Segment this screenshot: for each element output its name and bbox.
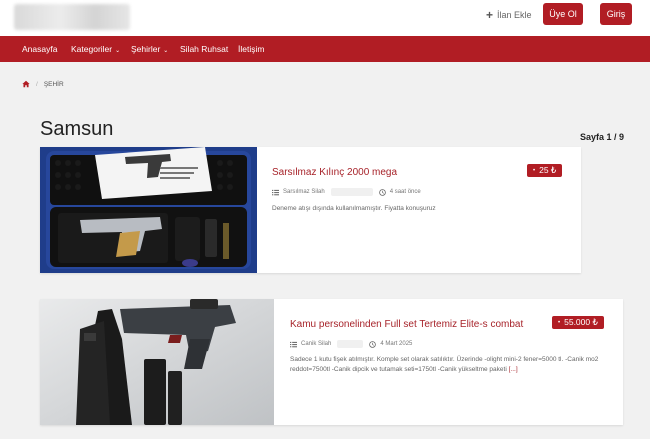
price-badge: • 25 ₺ bbox=[527, 164, 563, 177]
home-icon[interactable] bbox=[22, 80, 30, 88]
breadcrumb-current: ŞEHİR bbox=[43, 80, 64, 88]
register-button[interactable]: Üye Ol bbox=[543, 3, 583, 25]
listing-title[interactable]: Sarsılmaz Kılınç 2000 mega bbox=[272, 167, 397, 178]
chevron-down-icon: ⌄ bbox=[163, 48, 169, 54]
listing-title[interactable]: Kamu personelinden Full set Tertemiz Eli… bbox=[290, 319, 523, 330]
listing-image[interactable] bbox=[40, 299, 274, 425]
price-value: 25 ₺ bbox=[539, 165, 557, 175]
nav-gun-license[interactable]: Silah Ruhsat bbox=[180, 36, 228, 62]
list-icon bbox=[272, 189, 279, 195]
listing-time: 4 Mart 2025 bbox=[380, 341, 413, 347]
page-indicator: Sayfa 1 / 9 bbox=[580, 132, 625, 142]
nav-contact[interactable]: İletişim bbox=[238, 36, 264, 62]
page-title: Samsun bbox=[40, 118, 114, 140]
hidden-location bbox=[330, 188, 373, 196]
listing-category[interactable]: Canik Silah bbox=[301, 341, 331, 347]
listing-description: Sadece 1 kutu fişek atılmıştır. Komple s… bbox=[290, 356, 599, 373]
clock-icon bbox=[369, 340, 377, 348]
chevron-down-icon: ⌄ bbox=[115, 48, 121, 54]
read-more-link[interactable]: [...] bbox=[509, 366, 518, 373]
nav-home[interactable]: Anasayfa bbox=[22, 36, 57, 62]
bullet-icon: • bbox=[558, 319, 561, 326]
nav-categories[interactable]: Kategoriler ⌄ bbox=[71, 36, 120, 62]
nav-cities[interactable]: Şehirler ⌄ bbox=[131, 36, 168, 62]
login-button[interactable]: Giriş bbox=[600, 3, 632, 25]
listing-time: 4 saat önce bbox=[389, 189, 421, 195]
listing-meta: Canik Silah 4 Mart 2025 bbox=[290, 340, 412, 348]
add-listing-label: İlan Ekle bbox=[497, 10, 532, 20]
listing-meta: Sarsılmaz Silah 4 saat önce bbox=[272, 188, 421, 196]
listing-image[interactable] bbox=[40, 147, 257, 273]
price-value: 55.000 ₺ bbox=[564, 317, 598, 327]
listing-card[interactable]: Sarsılmaz Kılınç 2000 mega • 25 ₺ Sarsıl… bbox=[40, 147, 581, 273]
plus-icon: + bbox=[486, 8, 494, 22]
hidden-location bbox=[337, 340, 364, 348]
price-badge: • 55.000 ₺ bbox=[552, 316, 604, 329]
site-logo[interactable] bbox=[14, 4, 130, 30]
listing-category[interactable]: Sarsılmaz Silah bbox=[283, 189, 325, 195]
breadcrumb: / ŞEHİR bbox=[22, 80, 64, 88]
listing-description: Deneme atışı dışında kullanılmamıştır. F… bbox=[272, 205, 436, 212]
listing-card[interactable]: Kamu personelinden Full set Tertemiz Eli… bbox=[40, 299, 623, 425]
add-listing-link[interactable]: + İlan Ekle bbox=[486, 9, 532, 21]
clock-icon bbox=[378, 188, 386, 196]
bullet-icon: • bbox=[533, 167, 536, 174]
breadcrumb-separator: / bbox=[36, 80, 38, 88]
main-nav: Anasayfa Kategoriler ⌄ Şehirler ⌄ Silah Ru… bbox=[0, 36, 650, 62]
list-icon bbox=[290, 341, 297, 347]
top-bar: + İlan Ekle Üye Ol Giriş bbox=[0, 0, 650, 36]
